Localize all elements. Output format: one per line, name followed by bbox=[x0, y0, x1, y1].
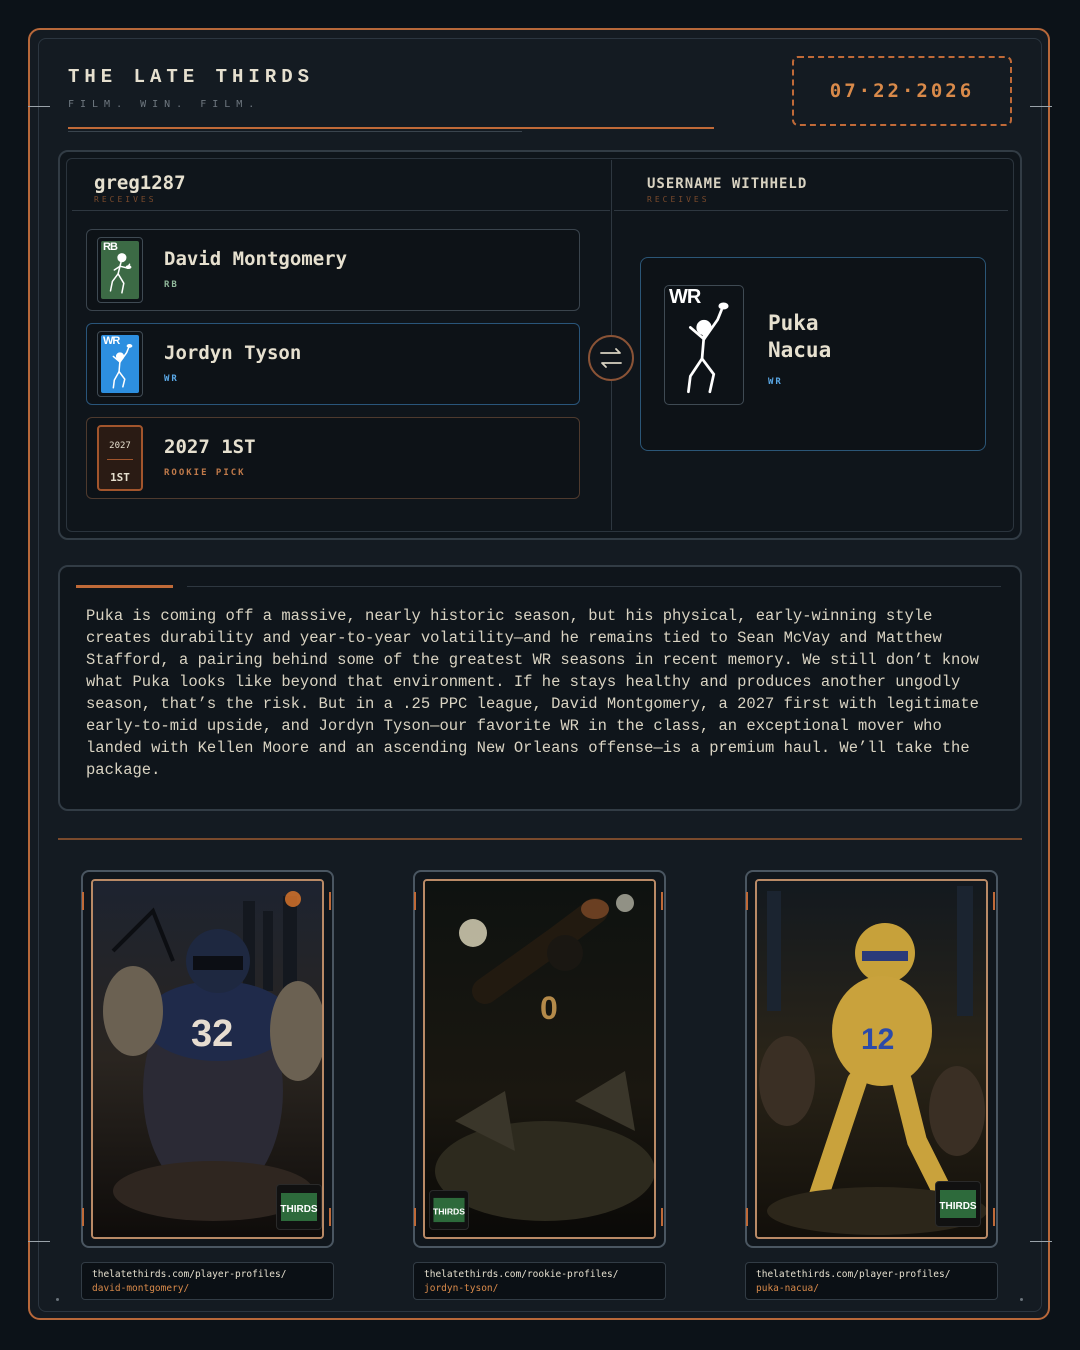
card-notch bbox=[746, 892, 748, 910]
card-notch bbox=[661, 892, 663, 910]
asset-card-david-montgomery[interactable]: RB David Montgomery RB bbox=[86, 229, 580, 311]
late-thirds-logo-icon: THIRDS bbox=[276, 1184, 322, 1230]
card-notch bbox=[414, 1208, 416, 1226]
draft-pick-tile: 2027 1ST bbox=[97, 425, 143, 491]
pick-round: 1ST bbox=[110, 471, 130, 484]
asset-name: David Montgomery bbox=[164, 248, 348, 270]
asset-card-jordyn-tyson[interactable]: WR Jordyn Tyson WR bbox=[86, 323, 580, 405]
running-back-icon bbox=[109, 253, 132, 294]
corner-dot bbox=[56, 1298, 59, 1301]
jersey-number: 12 bbox=[861, 1023, 894, 1056]
profile-link-david-montgomery[interactable]: thelatethirds.com/player-profiles/ david… bbox=[81, 1262, 334, 1300]
left-header-rule bbox=[72, 210, 610, 211]
asset-name: 2027 1ST bbox=[164, 436, 256, 458]
brand-title: THE LATE THIRDS bbox=[68, 66, 315, 88]
player-card-david-montgomery[interactable]: 32 THIRDS bbox=[81, 870, 334, 1248]
player-card-puka-nacua[interactable]: 12 THIRDS bbox=[745, 870, 998, 1248]
pick-divider bbox=[107, 459, 133, 460]
corner-dot bbox=[1020, 1298, 1023, 1301]
asset-name: Jordyn Tyson bbox=[164, 342, 302, 364]
profile-link-puka-nacua[interactable]: thelatethirds.com/player-profiles/ puka-… bbox=[745, 1262, 998, 1300]
profile-link-jordyn-tyson[interactable]: thelatethirds.com/rookie-profiles/ jordy… bbox=[413, 1262, 666, 1300]
profile-link-slug: puka-nacua/ bbox=[756, 1283, 819, 1294]
analysis-accent-rule bbox=[76, 585, 173, 588]
profile-link-slug: david-montgomery/ bbox=[92, 1283, 190, 1294]
wide-receiver-icon bbox=[112, 344, 133, 389]
left-username: greg1287 bbox=[94, 172, 186, 194]
player-art-frame: 0 THIRDS bbox=[423, 879, 656, 1239]
svg-text:THIRDS: THIRDS bbox=[280, 1204, 318, 1215]
right-receives-label: RECEIVES bbox=[647, 195, 710, 204]
date-badge: 07·22·2026 bbox=[792, 56, 1012, 126]
player-art-frame: 32 THIRDS bbox=[91, 879, 324, 1239]
wide-receiver-icon bbox=[687, 302, 729, 394]
header-rule bbox=[68, 127, 714, 129]
section-divider bbox=[58, 838, 1022, 840]
analysis-rule bbox=[187, 586, 1001, 587]
swap-arrows-icon bbox=[588, 335, 634, 381]
card-notch bbox=[993, 892, 995, 910]
late-thirds-logo-icon: THIRDS bbox=[935, 1181, 981, 1227]
right-username: USERNAME WITHHELD bbox=[647, 176, 808, 192]
frame-tick bbox=[1030, 1241, 1052, 1242]
asset-position: WR bbox=[164, 374, 179, 384]
asset-position: ROOKIE PICK bbox=[164, 468, 246, 478]
asset-name-first: Puka bbox=[768, 311, 819, 335]
jersey-number: 32 bbox=[191, 1013, 233, 1055]
wr-position-tile: WR bbox=[664, 285, 744, 405]
analysis-text: Puka is coming off a massive, nearly his… bbox=[86, 607, 979, 779]
brand-tagline: FILM. WIN. FILM. bbox=[68, 99, 261, 110]
header-rule-secondary bbox=[68, 131, 522, 132]
card-notch bbox=[746, 1208, 748, 1226]
asset-card-2027-first[interactable]: 2027 1ST 2027 1ST ROOKIE PICK bbox=[86, 417, 580, 499]
card-notch bbox=[82, 892, 84, 910]
player-art-frame: 12 THIRDS bbox=[755, 879, 988, 1239]
frame-tick bbox=[28, 1241, 50, 1242]
pick-year: 2027 bbox=[109, 441, 131, 451]
jersey-number: 0 bbox=[540, 990, 558, 1026]
right-header-rule bbox=[614, 210, 1008, 211]
frame-tick bbox=[1030, 106, 1052, 107]
card-notch bbox=[329, 892, 331, 910]
asset-name-last: Nacua bbox=[768, 338, 832, 362]
left-receives-label: RECEIVES bbox=[94, 195, 157, 204]
profile-link-base: thelatethirds.com/player-profiles/ bbox=[756, 1269, 951, 1280]
card-notch bbox=[993, 1208, 995, 1226]
card-notch bbox=[414, 892, 416, 910]
wr-position-tile: WR bbox=[97, 331, 143, 397]
svg-text:THIRDS: THIRDS bbox=[939, 1201, 977, 1212]
profile-link-slug: jordyn-tyson/ bbox=[424, 1283, 499, 1294]
card-notch bbox=[329, 1208, 331, 1226]
rb-position-tile: RB bbox=[97, 237, 143, 303]
asset-position: RB bbox=[164, 280, 179, 290]
card-notch bbox=[82, 1208, 84, 1226]
svg-text:THIRDS: THIRDS bbox=[433, 1206, 465, 1216]
profile-link-base: thelatethirds.com/rookie-profiles/ bbox=[424, 1269, 619, 1280]
asset-position: WR bbox=[768, 377, 783, 387]
profile-link-base: thelatethirds.com/player-profiles/ bbox=[92, 1269, 287, 1280]
player-artwork-image: 0 bbox=[425, 881, 654, 1237]
card-notch bbox=[661, 1208, 663, 1226]
late-thirds-logo-icon: THIRDS bbox=[429, 1190, 469, 1230]
asset-card-puka-nacua[interactable]: WR Puka Nacua WR bbox=[640, 257, 986, 451]
frame-tick bbox=[28, 106, 50, 107]
player-card-jordyn-tyson[interactable]: 0 THIRDS bbox=[413, 870, 666, 1248]
asset-name: Puka Nacua bbox=[768, 310, 888, 364]
